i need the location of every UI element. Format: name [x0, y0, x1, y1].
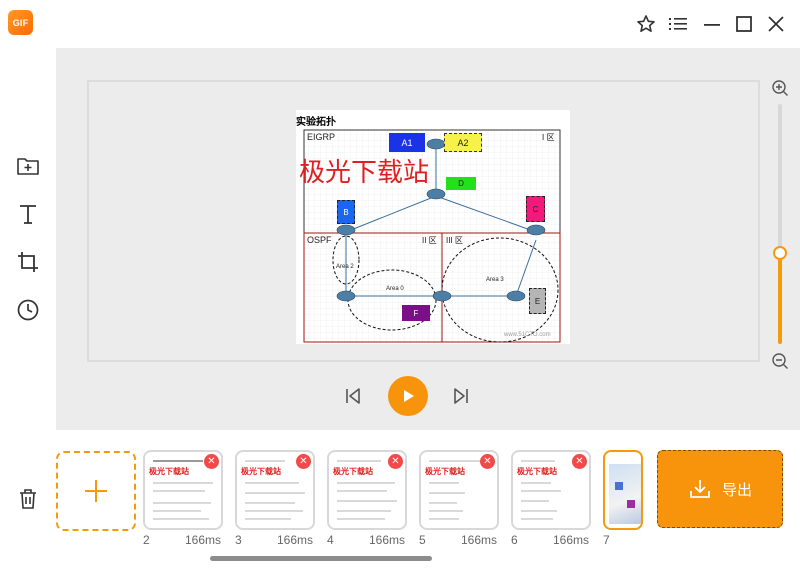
plus-icon: [85, 480, 107, 502]
maximize-icon: [736, 16, 752, 32]
frame-thumbnail-watermark: 极光下载站: [425, 467, 465, 476]
filmstrip-scrollbar[interactable]: [210, 556, 432, 561]
node-a2: A2: [444, 133, 482, 152]
previous-frame-button[interactable]: [341, 384, 365, 408]
frame-duration[interactable]: 166ms: [369, 533, 405, 547]
delete-frame-button[interactable]: ✕: [296, 454, 311, 469]
node-d: D: [446, 177, 476, 190]
zoom-out-button[interactable]: [768, 349, 792, 373]
node-a1: A1: [389, 133, 425, 152]
export-button[interactable]: 导出: [657, 450, 783, 528]
add-folder-icon: [17, 158, 39, 175]
star-icon: [637, 15, 655, 32]
zoom-slider[interactable]: [773, 104, 787, 344]
frame-thumbnail-selected[interactable]: [603, 450, 643, 530]
delete-frame-button[interactable]: ✕: [480, 454, 495, 469]
app-logo: GIF: [8, 10, 33, 35]
minimize-icon: [704, 24, 720, 26]
frame-thumbnail-watermark: 极光下载站: [241, 467, 281, 476]
favorite-button[interactable]: [634, 12, 658, 36]
frame-duration[interactable]: 166ms: [461, 533, 497, 547]
frame-index: 6: [511, 533, 518, 547]
region-area1: I 区: [542, 133, 555, 142]
frame-preview[interactable]: 实验拓扑 EIGRP I 区 OSPF II 区 III 区 Area 0 Ar…: [296, 110, 570, 344]
minimize-button[interactable]: [700, 12, 724, 36]
zoom-in-icon: [772, 80, 788, 96]
frame-thumbnail-watermark: 极光下载站: [149, 467, 189, 476]
zoom-out-icon: [772, 353, 788, 369]
play-icon: [404, 390, 414, 402]
frame-duration[interactable]: 166ms: [277, 533, 313, 547]
logo-text: GIF: [12, 17, 29, 28]
maximize-button[interactable]: [732, 12, 756, 36]
menu-button[interactable]: [666, 12, 690, 36]
frame-thumbnail[interactable]: 极光下载站 ✕: [511, 450, 591, 530]
frame-thumbnail[interactable]: 极光下载站 ✕: [419, 450, 499, 530]
region-eigrp: EIGRP: [307, 132, 336, 142]
watermark-text: 极光下载站: [299, 157, 430, 187]
trash-icon: [20, 489, 36, 509]
frame-thumbnail-watermark: 极光下载站: [333, 467, 373, 476]
frame-index: 2: [143, 533, 150, 547]
zoom-slider-handle[interactable]: [773, 246, 787, 260]
delete-frame-button[interactable]: ✕: [388, 454, 403, 469]
region-area3: III 区: [446, 236, 463, 245]
frame-thumbnail[interactable]: 极光下载站 ✕: [235, 450, 315, 530]
frame-thumbnail[interactable]: 极光下载站 ✕: [143, 450, 223, 530]
text-icon: [20, 205, 36, 224]
label-area3: Area 3: [486, 277, 504, 283]
zoom-slider-fill: [778, 253, 782, 344]
add-frame-button[interactable]: [56, 451, 136, 531]
download-icon: [690, 480, 710, 498]
duration-tool-button[interactable]: [14, 296, 42, 324]
frame-thumbnail[interactable]: 极光下载站 ✕: [327, 450, 407, 530]
next-frame-button[interactable]: [449, 384, 473, 408]
export-label: 导出: [721, 481, 752, 499]
preview-title: 实验拓扑: [296, 117, 336, 128]
text-tool-button[interactable]: [14, 200, 42, 228]
frame-index: 4: [327, 533, 334, 547]
frame-index: 7: [603, 533, 610, 547]
clock-icon: [17, 299, 39, 321]
play-button[interactable]: [388, 376, 428, 416]
label-area0: Area 0: [386, 286, 404, 292]
frame-duration[interactable]: 166ms: [185, 533, 221, 547]
crop-icon: [18, 252, 38, 272]
skip-back-icon: [346, 388, 360, 404]
node-c: C: [526, 196, 545, 222]
label-area2: Area 2: [336, 264, 354, 270]
close-icon: [768, 16, 784, 32]
node-b: B: [337, 200, 355, 224]
node-e: E: [529, 288, 546, 314]
app-window: GIF 实验拓扑 EIGRP I 区 OSPF II 区 III 区 Area …: [0, 0, 800, 569]
frame-index: 5: [419, 533, 426, 547]
frame-thumbnail-watermark: 极光下载站: [517, 467, 557, 476]
delete-frame-button[interactable]: ✕: [204, 454, 219, 469]
delete-frame-button[interactable]: ✕: [572, 454, 587, 469]
node-f: F: [402, 305, 430, 321]
close-button[interactable]: [764, 12, 788, 36]
add-folder-button[interactable]: [14, 152, 42, 180]
region-area2: II 区: [422, 236, 437, 245]
crop-tool-button[interactable]: [14, 248, 42, 276]
site-mark: www.51CTO.com: [504, 332, 551, 338]
frame-index: 3: [235, 533, 242, 547]
zoom-in-button[interactable]: [768, 76, 792, 100]
region-ospf: OSPF: [307, 235, 332, 245]
skip-forward-icon: [454, 388, 468, 404]
delete-button[interactable]: [14, 485, 42, 513]
frame-duration[interactable]: 166ms: [553, 533, 589, 547]
list-icon: [669, 18, 687, 30]
